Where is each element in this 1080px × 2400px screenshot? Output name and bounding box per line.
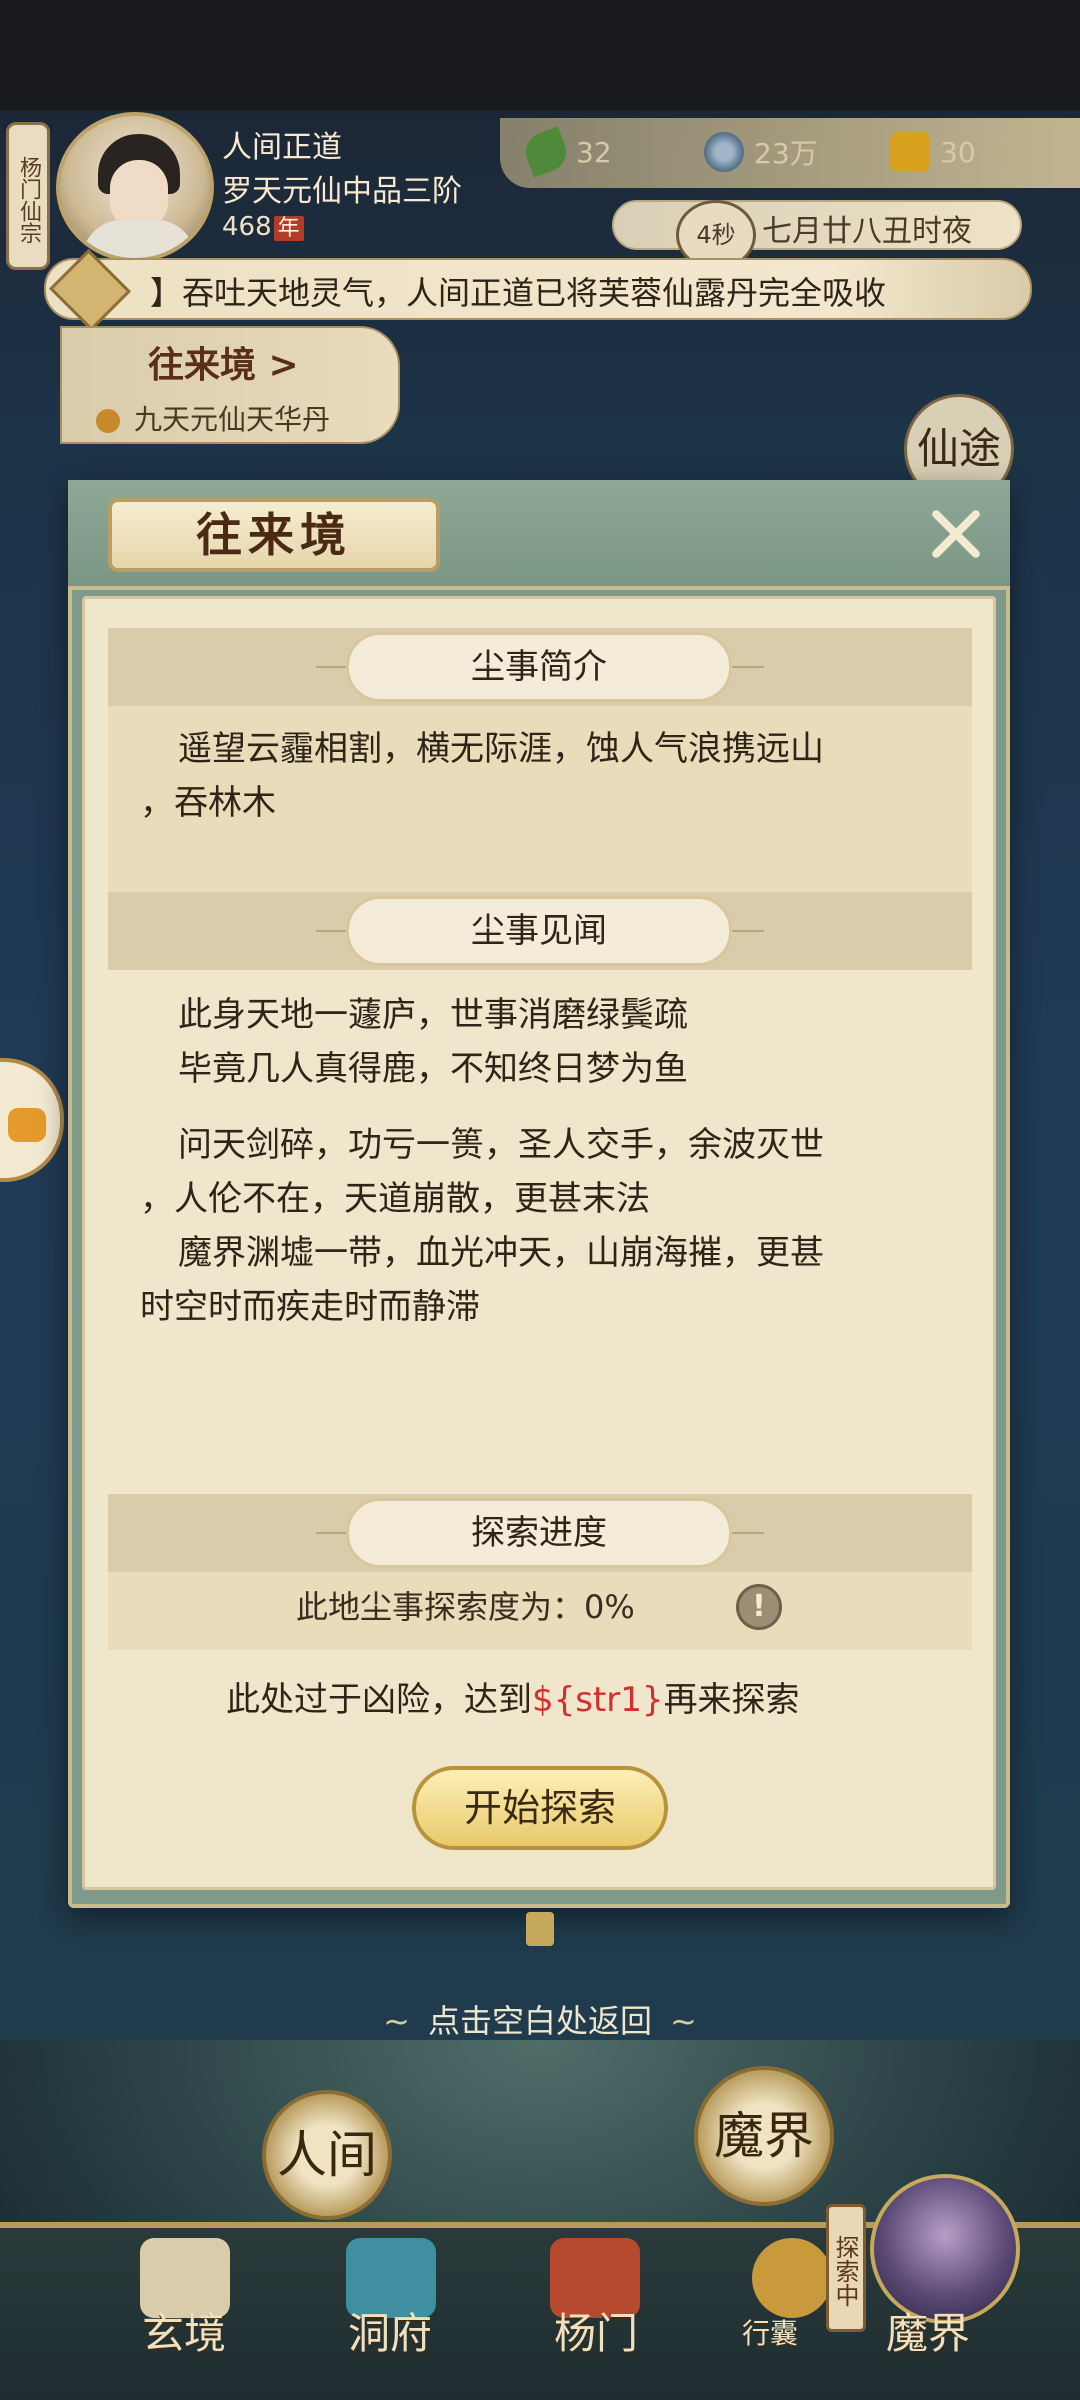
lore-text: 此身天地一蘧庐，世事消磨绿鬓疏 毕竟几人真得鹿，不知终日梦为鱼 问天剑碎，功亏一… — [140, 988, 940, 1334]
danger-requirement: ${str1} — [532, 1680, 664, 1720]
lore-line: ，人伦不在，天道崩散，更甚末法 — [140, 1179, 650, 1219]
dialog-title: 往来境 — [108, 498, 440, 572]
resource-coin[interactable]: 23万 — [704, 132, 818, 172]
gamepad-icon — [8, 1108, 46, 1142]
section-progress-title: 探索进度 — [346, 1498, 732, 1568]
swirl-right-icon: ~ — [670, 2002, 697, 2040]
exploring-tag: 探索中 — [826, 2204, 866, 2332]
gourd-icon — [96, 409, 120, 433]
pill-icon — [890, 132, 930, 172]
sect-banner[interactable]: 杨门仙宗 — [6, 122, 50, 270]
realm-human-button[interactable]: 人间 — [262, 2090, 392, 2220]
resource-leaf[interactable]: 32 — [520, 126, 612, 178]
danger-message: 此处过于凶险，达到${str1}再来探索 — [226, 1672, 800, 1721]
resource-leaf-value: 32 — [576, 135, 612, 169]
lore-line: 此身天地一蘧庐，世事消磨绿鬓疏 — [178, 995, 688, 1035]
lore-line: 时空时而疾走时而静滞 — [140, 1287, 480, 1327]
coin-icon — [704, 132, 744, 172]
nav-xingnang[interactable]: 行囊 — [742, 2312, 798, 2352]
lore-spacer — [140, 1096, 940, 1118]
player-rank: 罗天元仙中品三阶 — [222, 174, 462, 209]
age-unit-badge: 年 — [273, 216, 304, 241]
ticker-text: 】吞吐天地灵气，人间正道已将芙蓉仙露丹完全吸收 — [150, 274, 887, 312]
section-lore-title: 尘事见闻 — [346, 896, 732, 966]
nav-yangmen[interactable]: 杨门 — [554, 2300, 638, 2361]
section-intro-title: 尘事简介 — [346, 632, 732, 702]
nav-dongfu[interactable]: 洞府 — [348, 2300, 432, 2361]
lore-line: 问天剑碎，功亏一篑，圣人交手，余波灭世 — [178, 1125, 824, 1165]
bag-icon — [752, 2238, 832, 2318]
location-item-text: 九天元仙天华丹 — [134, 403, 331, 436]
game-time: 七月廿八丑时夜 — [762, 214, 972, 249]
intro-line: 遥望云霾相割，横无际涯，蚀人气浪携远山 — [178, 729, 824, 769]
danger-suffix: 再来探索 — [663, 1680, 800, 1720]
side-menu-tab[interactable] — [0, 1058, 64, 1182]
intro-text: 遥望云霾相割，横无际涯，蚀人气浪携远山 ，吞林木 — [140, 722, 940, 830]
player-age: 468 年 — [222, 210, 304, 242]
hint-text: 点击空白处返回 — [427, 2002, 652, 2040]
nav-xuanjing[interactable]: 玄境 — [142, 2300, 226, 2361]
tassel-ornament — [526, 1912, 554, 1946]
leaf-icon — [520, 126, 572, 178]
intro-line: ，吞林木 — [140, 783, 276, 823]
avatar-robe — [82, 220, 196, 258]
danger-prefix: 此处过于凶险，达到 — [226, 1680, 532, 1720]
close-button[interactable] — [920, 498, 992, 570]
player-avatar[interactable] — [56, 112, 214, 262]
location-item: 九天元仙天华丹 — [96, 398, 330, 438]
player-age-value: 468 — [222, 212, 272, 242]
resource-pill[interactable]: 30 — [890, 132, 976, 172]
realm-demon-button[interactable]: 魔界 — [694, 2066, 834, 2206]
explore-progress: 此地尘事探索度为：0% — [296, 1588, 635, 1626]
location-title[interactable]: 往来境 > — [148, 336, 299, 388]
nav-mojie[interactable]: 魔界 — [886, 2300, 970, 2361]
info-icon[interactable]: ! — [736, 1584, 782, 1630]
lore-line: 魔界渊墟一带，血光冲天，山崩海摧，更甚 — [178, 1233, 824, 1273]
player-name: 人间正道 — [222, 130, 342, 165]
swirl-left-icon: ~ — [383, 2002, 410, 2040]
tap-to-return-hint[interactable]: ~ 点击空白处返回 ~ — [0, 1996, 1080, 2042]
resource-pill-value: 30 — [940, 135, 976, 169]
lore-line: 毕竟几人真得鹿，不知终日梦为鱼 — [178, 1049, 688, 1089]
resource-coin-value: 23万 — [754, 137, 818, 170]
start-explore-button[interactable]: 开始探索 — [412, 1766, 668, 1850]
status-bar — [0, 0, 1080, 110]
